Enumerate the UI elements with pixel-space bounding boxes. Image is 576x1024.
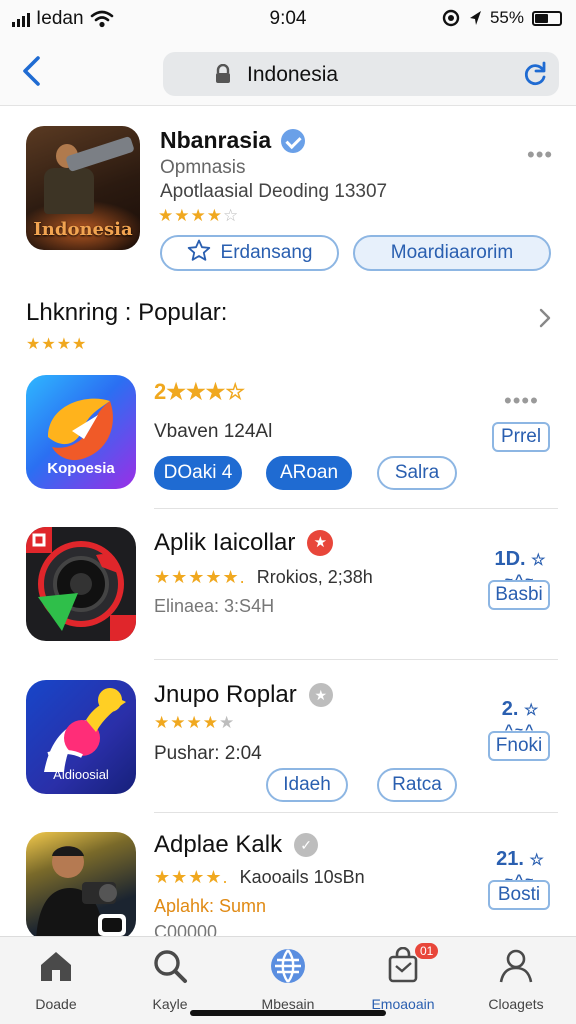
featured-secondary-label: Moardiaarorim xyxy=(390,242,514,263)
battery-icon xyxy=(532,10,562,26)
verified-icon xyxy=(281,128,306,153)
section-rating-stars: ★★★★ xyxy=(26,336,88,353)
arrow-icon xyxy=(469,11,481,25)
app-detail: Aplahk: Sumn xyxy=(154,896,267,916)
app-side-button[interactable]: Fnoki xyxy=(488,731,550,761)
app-title[interactable]: Adplae Kalk ✓ xyxy=(154,831,319,859)
section-title: Lhknring : Popular: xyxy=(26,299,228,326)
chevron-right-icon[interactable] xyxy=(536,306,554,330)
chip-button[interactable]: DOaki 4 xyxy=(154,456,242,490)
row-divider xyxy=(154,812,558,813)
home-indicator xyxy=(190,1010,386,1016)
app-title-text: Jnupo Roplar xyxy=(154,681,297,708)
featured-primary-label: Erdansang xyxy=(220,242,313,263)
tab-search[interactable]: Kayle xyxy=(120,943,220,1013)
star-badge-icon: ★ xyxy=(308,683,333,707)
chip-button[interactable]: Idaeh xyxy=(266,768,348,802)
featured-icon-label: Indonesia xyxy=(33,219,133,240)
app-title[interactable]: Aplik Iaicollar ★ xyxy=(154,529,334,557)
app-rating: 2★★★☆ xyxy=(154,379,246,404)
chip-button[interactable]: ARoan xyxy=(266,456,352,490)
app-detail: Elinaea: 3:S4H xyxy=(154,596,275,616)
person-icon xyxy=(499,949,533,983)
app-icon[interactable]: Aldioosial xyxy=(26,680,136,794)
app-title[interactable]: Jnupo Roplar ★ xyxy=(154,681,333,709)
featured-subtitle: Opmnasis xyxy=(160,157,246,178)
tab-account[interactable]: Cloagets xyxy=(466,943,566,1013)
app-title-text: Adplae Kalk xyxy=(154,831,283,858)
status-right: 55% xyxy=(442,8,562,28)
search-icon xyxy=(154,950,187,983)
globe-icon xyxy=(271,949,305,983)
reload-icon[interactable] xyxy=(521,60,549,88)
browser-navbar: Indonesia xyxy=(0,40,576,106)
featured-rating-stars: ★★★★☆ xyxy=(158,206,240,225)
featured-app-title[interactable]: Nbanrasia xyxy=(160,127,306,154)
app-side-button[interactable]: Basbi xyxy=(488,580,550,610)
tab-updates[interactable]: 01 Emoaoain xyxy=(353,943,453,1013)
featured-description: Apotlaasial Deoding 13307 xyxy=(160,181,388,202)
lock-icon xyxy=(216,64,230,83)
chip-button[interactable]: Salra xyxy=(377,456,457,490)
app-rating-stars: ★★★★★. xyxy=(154,567,246,587)
star-outline-icon xyxy=(187,239,210,261)
location-icon xyxy=(442,9,460,27)
app-icon-label: Aldioosial xyxy=(53,767,109,782)
app-side-button[interactable]: Bosti xyxy=(488,880,550,910)
tab-label: Cloagets xyxy=(488,996,544,1012)
app-rating-stars: ★★★★. xyxy=(154,867,229,887)
battery-percent: 55% xyxy=(489,8,524,27)
tab-badge: 01 xyxy=(415,943,439,959)
featured-more-icon[interactable]: ••• xyxy=(527,142,553,168)
app-side-button[interactable]: Prrel xyxy=(492,422,550,452)
app-meta-text: Rrokios, 2;38h xyxy=(256,567,373,587)
camera-lens-icon xyxy=(26,527,136,641)
featured-secondary-button[interactable]: Moardiaarorim xyxy=(353,235,551,271)
app-icon[interactable]: Kopoesia xyxy=(26,375,136,489)
app-meta-text: Pushar: 2:04 xyxy=(154,743,262,764)
tab-home[interactable]: Doade xyxy=(6,943,106,1013)
check-badge-icon: ✓ xyxy=(294,833,319,857)
featured-app-icon[interactable]: Indonesia xyxy=(26,126,140,250)
app-meta-text: Kaooails 10sBn xyxy=(239,867,365,887)
app-icon-label: Kopoesia xyxy=(47,460,115,477)
star-badge-icon: ★ xyxy=(307,530,334,556)
app-more-icon[interactable]: •••• xyxy=(504,388,539,414)
featured-primary-button[interactable]: Erdansang xyxy=(160,235,339,271)
app-title-text: Aplik Iaicollar xyxy=(154,529,296,556)
address-text: Indonesia xyxy=(247,63,339,86)
app-version: Vbaven 124Al xyxy=(154,421,273,442)
app-icon[interactable] xyxy=(26,832,136,940)
home-icon xyxy=(41,952,71,981)
tab-label: Doade xyxy=(35,996,77,1012)
row-divider xyxy=(154,659,558,660)
address-bar[interactable]: Indonesia xyxy=(163,52,559,96)
back-chevron-icon[interactable] xyxy=(14,52,52,90)
app-icon[interactable] xyxy=(26,527,136,641)
featured-title-text: Nbanrasia xyxy=(160,127,272,153)
row-divider xyxy=(154,508,558,509)
status-bar: Iedan 9:04 55% xyxy=(0,0,576,40)
app-rating-stars: ★★★★★ xyxy=(154,713,236,732)
tab-browse[interactable]: Mbesain xyxy=(238,943,338,1013)
app-meta: ★★★★. Kaooails 10sBn xyxy=(154,867,365,888)
app-meta: ★★★★★. Rrokios, 2;38h xyxy=(154,567,373,588)
camera-man-icon xyxy=(36,846,126,940)
chip-button[interactable]: Ratca xyxy=(377,768,457,802)
